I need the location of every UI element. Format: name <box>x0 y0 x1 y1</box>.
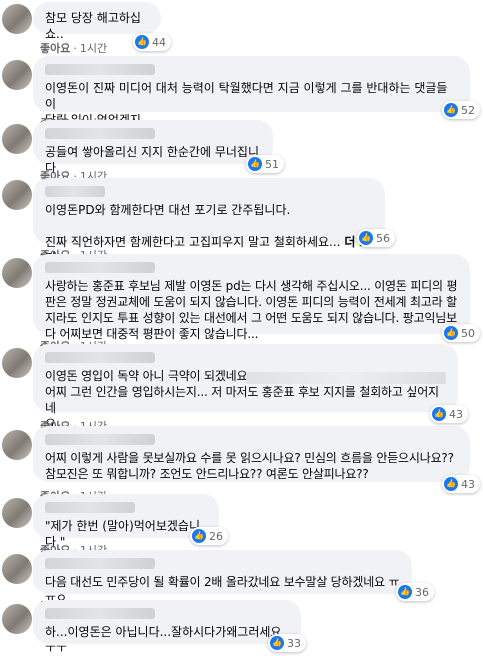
redacted-content <box>246 372 446 384</box>
comment-actions: 좋아요·1시간 <box>40 42 108 55</box>
thumbs-up-icon: 👍 <box>359 231 373 245</box>
author-name-redacted[interactable] <box>45 262 155 273</box>
comment-bubble: 어찌 이렇게 사람을 못보실까요 수를 못 읽으시나요? 민심의 흐름을 안듣으… <box>33 426 470 482</box>
author-name-redacted[interactable] <box>45 434 155 445</box>
reaction-count[interactable]: 👍 51 <box>246 155 284 173</box>
avatar[interactable] <box>2 554 32 584</box>
author-name-redacted[interactable] <box>45 352 155 363</box>
author-name-redacted[interactable] <box>45 558 155 569</box>
avatar[interactable] <box>2 498 32 528</box>
comment-bubble: 공들여 쌓아올리신 지지 한순간에 무너집니다. <box>33 120 273 175</box>
author-name-redacted[interactable] <box>45 186 105 197</box>
thumbs-up-icon: 👍 <box>432 407 446 421</box>
avatar[interactable] <box>2 60 32 90</box>
comment-bubble: 사랑하는 홍준표 후보님 제발 이영돈 pd는 다시 생각해 주십시오... 이… <box>33 254 470 341</box>
avatar[interactable] <box>2 4 32 34</box>
thumbs-up-icon: 👍 <box>248 157 262 171</box>
reaction-count[interactable]: 👍 43 <box>430 405 468 423</box>
thumbs-up-icon: 👍 <box>444 103 458 117</box>
reaction-count[interactable]: 👍 52 <box>442 101 480 119</box>
comment-bubble: 이영돈이 진짜 미디어 대처 능력이 탁월했다면 지금 이렇게 그를 반대하는 … <box>33 56 470 127</box>
author-name-redacted[interactable] <box>45 128 155 139</box>
thumbs-up-icon: 👍 <box>270 636 284 650</box>
avatar[interactable] <box>2 258 32 288</box>
avatar[interactable] <box>2 180 32 210</box>
timestamp[interactable]: 1시간 <box>80 42 107 55</box>
reaction-count[interactable]: 👍 56 <box>357 229 395 247</box>
comment-bubble: 하...이영돈은 아닙니다...잘하시다가왜그러세요.ㅜㅜ <box>33 600 301 655</box>
author-name-redacted[interactable] <box>45 608 155 619</box>
comment-bubble: 다음 대선도 민주당이 될 확률이 2배 올라갔네요 보수말살 당하겠네요 ㅠㅠ… <box>33 550 412 605</box>
comment-bubble: 이영돈PD와 함께한다면 대선 포기로 간주됩니다. 진짜 직언하자면 함께한다… <box>33 178 385 265</box>
author-name-redacted[interactable] <box>45 502 135 513</box>
reaction-count[interactable]: 👍 44 <box>133 33 171 51</box>
reaction-count[interactable]: 👍 26 <box>190 527 228 545</box>
reaction-count[interactable]: 👍 43 <box>442 475 480 493</box>
thumbs-up-icon: 👍 <box>398 585 412 599</box>
avatar[interactable] <box>2 348 32 378</box>
thumbs-up-icon: 👍 <box>192 529 206 543</box>
avatar[interactable] <box>2 124 32 154</box>
reaction-count[interactable]: 👍 36 <box>396 583 434 601</box>
comment-text: 사랑하는 홍준표 후보님 제발 이영돈 pd는 다시 생각해 주십시오... 이… <box>45 279 458 341</box>
author-name-redacted[interactable] <box>45 64 155 75</box>
reaction-count[interactable]: 👍 33 <box>268 634 306 652</box>
reaction-count[interactable]: 👍 50 <box>442 324 480 342</box>
avatar[interactable] <box>2 430 32 460</box>
thumbs-up-icon: 👍 <box>444 477 458 491</box>
thumbs-up-icon: 👍 <box>135 35 149 49</box>
comment-bubble: 참모 당장 해고하십쇼.. <box>33 2 161 41</box>
thumbs-up-icon: 👍 <box>444 326 458 340</box>
like-link[interactable]: 좋아요 <box>40 42 70 55</box>
comment-text: 어찌 이렇게 사람을 못보실까요 수를 못 읽으시나요? 민심의 흐름을 안듣으… <box>45 451 454 481</box>
comment-text: 하...이영돈은 아닙니다...잘하시다가왜그러세요.ㅜㅜ <box>45 625 286 655</box>
avatar[interactable] <box>2 604 32 634</box>
